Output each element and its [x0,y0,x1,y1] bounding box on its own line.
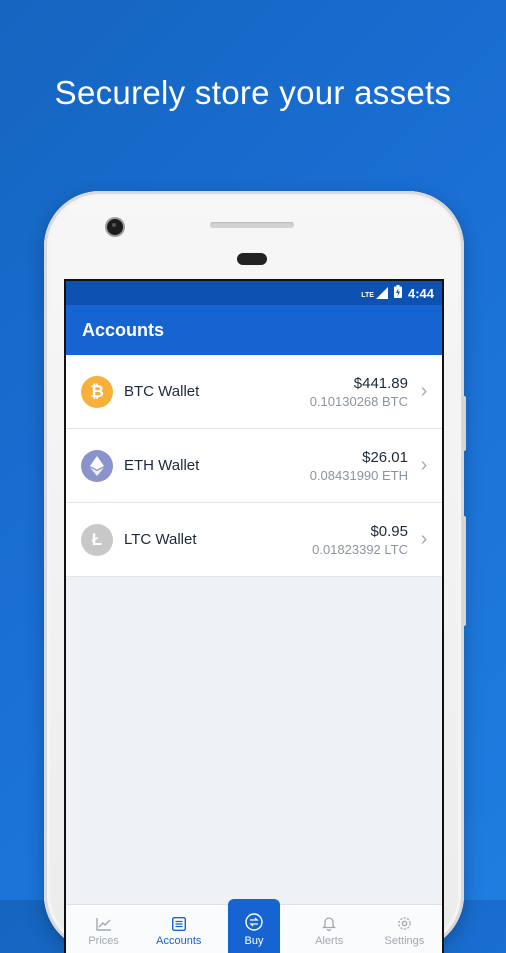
proximity-sensor [237,253,267,265]
phone-screen: LTE 4:44 Accounts ₿ BTC Wallet $441.89 0… [64,279,444,953]
tab-label: Alerts [315,935,344,947]
headline: Securely store your assets [54,74,452,111]
litecoin-icon: Ł [81,523,113,556]
wallet-list: ₿ BTC Wallet $441.89 0.10130268 BTC › ET… [66,355,442,577]
wallet-name: ETH Wallet [124,457,200,474]
phone-frame: LTE 4:44 Accounts ₿ BTC Wallet $441.89 0… [44,191,466,953]
tab-accounts[interactable]: Accounts [141,905,216,953]
wallet-name: LTC Wallet [124,531,197,548]
tab-label: Accounts [156,935,202,947]
bottom-tab-bar: Prices Accounts Buy Alerts Settings [66,899,442,953]
tab-settings[interactable]: Settings [367,905,442,953]
bitcoin-icon: ₿ [81,375,113,408]
wallet-crypto-balance: 0.01823392 LTC [312,541,408,557]
wallet-fiat-balance: $26.01 [362,448,408,466]
wallet-row-eth[interactable]: ETH Wallet $26.01 0.08431990 ETH › [66,429,442,503]
tab-label: Settings [384,935,425,947]
wallet-fiat-balance: $0.95 [370,522,408,540]
exchange-icon [245,913,263,931]
tab-prices[interactable]: Prices [66,905,141,953]
bell-icon [322,917,337,931]
tab-buy[interactable]: Buy [216,899,291,953]
chevron-right-icon: › [420,454,428,476]
clock: 4:44 [407,285,434,301]
chart-icon [95,918,111,931]
tab-label: Prices [88,935,119,947]
page-title: Accounts [82,319,165,340]
chevron-right-icon: › [420,528,428,550]
chevron-right-icon: › [420,380,428,402]
tab-label: Buy [244,935,264,947]
battery-icon [393,285,402,301]
earpiece-speaker [210,222,294,228]
wallet-crypto-balance: 0.10130268 BTC [309,393,408,409]
status-bar: LTE 4:44 [66,281,442,305]
wallet-fiat-balance: $441.89 [353,374,408,392]
ethereum-icon [81,449,113,482]
wallet-row-btc[interactable]: ₿ BTC Wallet $441.89 0.10130268 BTC › [66,355,442,429]
list-icon [171,917,186,931]
power-button [462,396,466,451]
wallet-crypto-balance: 0.08431990 ETH [309,467,408,483]
tab-alerts[interactable]: Alerts [292,905,367,953]
gear-icon [398,917,411,930]
wallet-row-ltc[interactable]: Ł LTC Wallet $0.95 0.01823392 LTC › [66,503,442,577]
wallet-name: BTC Wallet [124,383,200,400]
signal-icon: LTE [361,287,388,299]
front-camera [107,219,123,235]
volume-button [462,516,466,626]
app-bar: Accounts [66,305,442,355]
network-type: LTE [361,292,374,299]
